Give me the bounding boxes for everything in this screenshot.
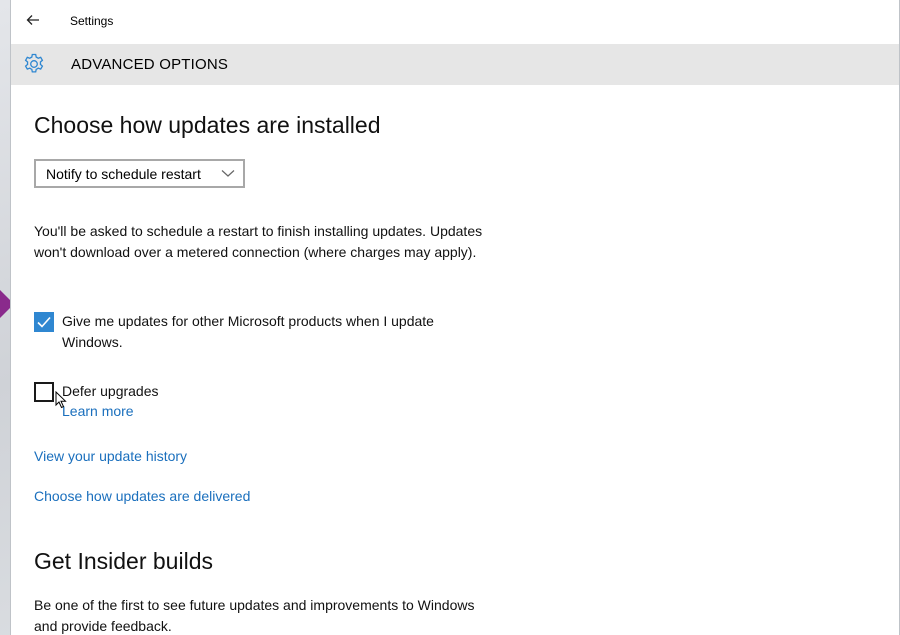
mouse-cursor-icon xyxy=(55,391,67,409)
install-mode-dropdown[interactable]: Notify to schedule restart xyxy=(34,159,245,188)
learn-more-link[interactable]: Learn more xyxy=(62,403,134,419)
microsoft-products-checkbox[interactable] xyxy=(34,312,54,332)
app-title: Settings xyxy=(70,14,114,28)
insider-heading: Get Insider builds xyxy=(34,548,213,574)
page-header: ADVANCED OPTIONS xyxy=(11,44,899,85)
updates-heading: Choose how updates are installed xyxy=(34,112,381,138)
updates-description: You'll be asked to schedule a restart to… xyxy=(34,223,483,260)
update-history-link[interactable]: View your update history xyxy=(34,448,187,464)
install-mode-value: Notify to schedule restart xyxy=(46,165,201,182)
title-bar: Settings xyxy=(11,0,899,44)
defer-upgrades-label: Defer upgrades xyxy=(62,383,159,399)
checkmark-icon xyxy=(37,316,51,328)
page-title: ADVANCED OPTIONS xyxy=(71,56,229,73)
gear-icon xyxy=(24,53,44,73)
insider-description: Be one of the first to see future update… xyxy=(34,597,475,634)
chevron-down-icon xyxy=(221,170,235,177)
defer-upgrades-checkbox[interactable] xyxy=(34,382,54,402)
microsoft-products-option: Give me updates for other Microsoft prod… xyxy=(34,312,482,352)
delivery-options-link[interactable]: Choose how updates are delivered xyxy=(34,488,250,504)
main-content: Choose how updates are installed Notify … xyxy=(34,85,899,635)
microsoft-products-label: Give me updates for other Microsoft prod… xyxy=(62,313,434,350)
back-button[interactable] xyxy=(23,10,43,30)
back-arrow-icon xyxy=(26,15,39,25)
defer-upgrades-option: Defer upgrades xyxy=(34,382,482,402)
settings-window: Settings ADVANCED OPTIONS Choose how upd… xyxy=(10,0,900,635)
